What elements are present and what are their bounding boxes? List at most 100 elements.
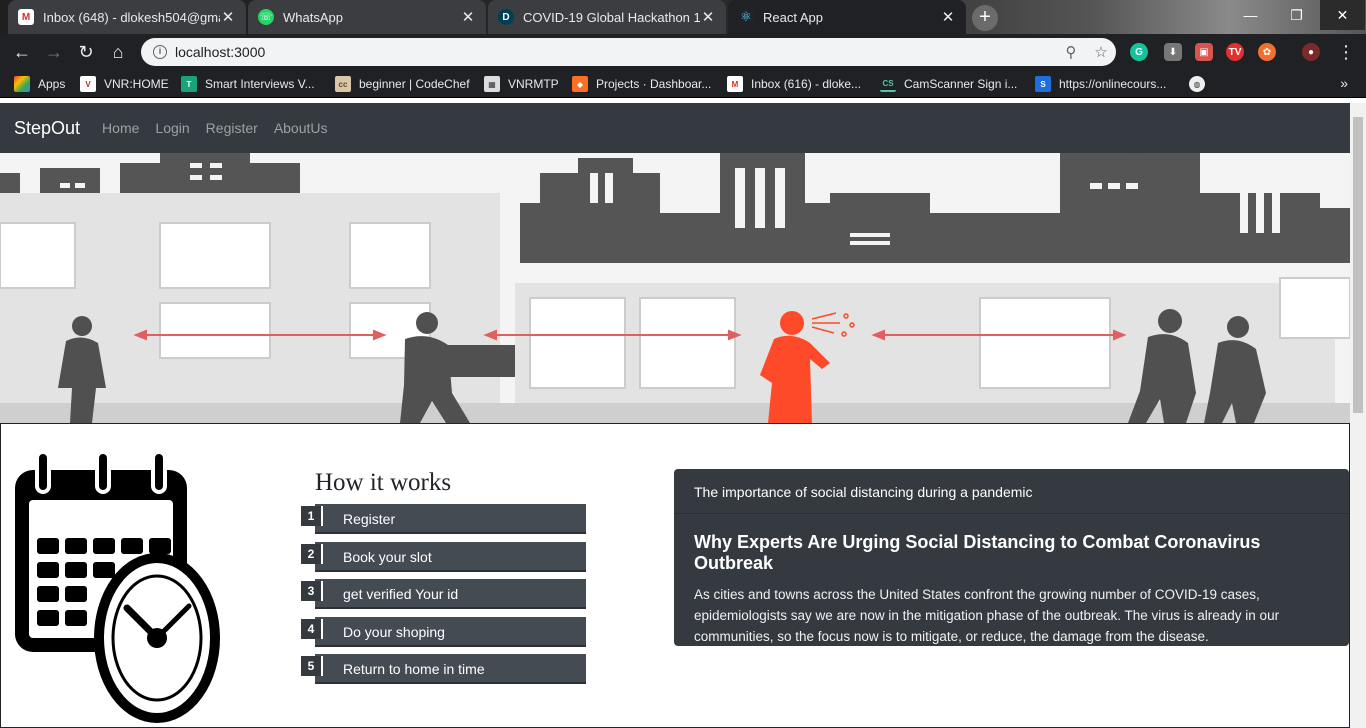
scrollbar-thumb[interactable] xyxy=(1353,117,1363,413)
card-text: As cities and towns across the United St… xyxy=(694,587,1280,644)
bookmark-label: VNR:HOME xyxy=(104,77,169,91)
bookmark-label: Projects · Dashboar... xyxy=(596,77,712,91)
step-item: Book your slot 2 xyxy=(301,541,591,572)
calendar-clock-icon xyxy=(15,450,220,723)
close-icon[interactable]: ✕ xyxy=(700,8,716,26)
camscanner-icon: CS xyxy=(880,76,896,92)
close-icon[interactable]: ✕ xyxy=(940,8,956,26)
step-number: 2 xyxy=(301,543,323,564)
extension-icon[interactable]: ▣ xyxy=(1195,43,1213,61)
tab-label: React App xyxy=(763,9,823,25)
step-number: 1 xyxy=(301,506,323,526)
brand-logo[interactable]: StepOut xyxy=(14,118,80,139)
codechef-icon: cc xyxy=(335,76,351,92)
card-header: The importance of social distancing duri… xyxy=(674,469,1349,514)
page-scrollbar[interactable] xyxy=(1350,103,1366,728)
grammarly-icon[interactable]: G xyxy=(1130,43,1148,61)
more-bookmarks-icon[interactable]: » xyxy=(1340,75,1348,91)
nav-login[interactable]: Login xyxy=(155,120,189,136)
globe-icon: ◍ xyxy=(1189,76,1205,92)
page-viewport: StepOut Home Login Register AboutUs How … xyxy=(0,103,1350,728)
nav-aboutus[interactable]: AboutUs xyxy=(274,120,328,136)
bookmark-camscanner[interactable]: CS CamScanner Sign i... xyxy=(880,75,1017,93)
bookmark-vnr-home[interactable]: V VNR:HOME xyxy=(80,75,169,93)
bookmark-globe[interactable]: ◍ xyxy=(1189,75,1213,93)
bookmark-gitlab[interactable]: ◆ Projects · Dashboar... xyxy=(572,75,711,93)
step-label: Return to home in time xyxy=(315,654,586,684)
gmail-icon: M xyxy=(18,9,34,25)
minimize-button[interactable]: — xyxy=(1228,0,1273,30)
react-icon: ⚛ xyxy=(738,9,754,25)
bookmark-label: VNRMTP xyxy=(508,77,559,91)
step-item: Do your shoping 4 xyxy=(301,616,591,647)
bookmark-label: CamScanner Sign i... xyxy=(904,77,1018,91)
new-tab-button[interactable]: + xyxy=(972,5,998,31)
swayam-icon: S xyxy=(1035,76,1051,92)
nav-home[interactable]: Home xyxy=(102,120,139,136)
tab-label: COVID-19 Global Hackathon 1.0: xyxy=(523,9,700,25)
browser-toolbar: ← → ↻ ⌂ i localhost:3000 ⚲ ☆ G ⬇ ▣ TV ✿ … xyxy=(0,34,1366,70)
zoom-icon[interactable]: ⚲ xyxy=(1056,43,1086,61)
info-card: The importance of social distancing duri… xyxy=(674,469,1349,646)
bookmark-label: beginner | CodeChef xyxy=(359,77,470,91)
step-item: get verified Your id 3 xyxy=(301,579,591,609)
extension-icon[interactable]: ✿ xyxy=(1258,43,1276,61)
close-icon[interactable]: ✕ xyxy=(220,8,236,26)
step-item: Return to home in time 5 xyxy=(301,654,591,684)
tab-hackathon[interactable]: D COVID-19 Global Hackathon 1.0: ✕ xyxy=(488,0,726,34)
tab-whatsapp[interactable]: ☏ WhatsApp ✕ xyxy=(248,0,486,34)
bookmark-onlinecourses[interactable]: S https://onlinecours... xyxy=(1035,75,1166,93)
bookmark-apps[interactable]: Apps xyxy=(14,75,65,93)
step-number: 3 xyxy=(301,581,323,601)
site-info-icon[interactable]: i xyxy=(153,45,167,59)
steps-list: Register 1 Book your slot 2 get verified… xyxy=(301,504,591,692)
tab-react-app[interactable]: ⚛ React App ✕ xyxy=(728,0,966,34)
vnrmtp-icon: ▦ xyxy=(484,76,500,92)
step-number: 4 xyxy=(301,618,323,639)
window-close-button[interactable]: ✕ xyxy=(1320,0,1365,30)
bookmark-codechef[interactable]: cc beginner | CodeChef xyxy=(335,75,470,93)
step-label: Book your slot xyxy=(315,541,586,572)
back-button[interactable]: ← xyxy=(10,40,34,64)
bookmark-label: https://onlinecours... xyxy=(1059,77,1167,91)
devpost-icon: D xyxy=(498,9,514,25)
step-item: Register 1 xyxy=(301,504,591,534)
bookmarks-bar: Apps V VNR:HOME T Smart Interviews V... … xyxy=(0,70,1366,98)
tab-gmail[interactable]: M Inbox (648) - dlokesh504@gmail ✕ xyxy=(8,0,246,34)
bookmark-label: Inbox (616) - dloke... xyxy=(751,77,862,91)
step-number: 5 xyxy=(301,656,323,676)
tab-strip: M Inbox (648) - dlokesh504@gmail ✕ ☏ Wha… xyxy=(0,0,1366,34)
close-icon[interactable]: ✕ xyxy=(460,8,476,26)
nav-register[interactable]: Register xyxy=(206,120,258,136)
menu-icon[interactable]: ⋮ xyxy=(1334,40,1358,64)
bookmark-vnrmtp[interactable]: ▦ VNRMTP xyxy=(484,75,559,93)
reload-button[interactable]: ↻ xyxy=(74,40,98,64)
tab-label: Inbox (648) - dlokesh504@gmail xyxy=(43,9,220,25)
address-bar[interactable]: i localhost:3000 ⚲ ☆ xyxy=(141,38,1116,66)
content-section: How it works Register 1 Book your slot 2… xyxy=(0,423,1350,728)
vnr-icon: V xyxy=(80,76,96,92)
gitlab-icon: ◆ xyxy=(572,76,588,92)
bookmark-star-icon[interactable]: ☆ xyxy=(1086,43,1116,61)
smart-interviews-icon: T xyxy=(181,76,197,92)
bookmark-gmail[interactable]: M Inbox (616) - dloke... xyxy=(727,75,861,93)
extension-off-icon[interactable]: ⬇ xyxy=(1164,43,1182,61)
site-navbar: StepOut Home Login Register AboutUs xyxy=(0,103,1350,153)
tv-extension-icon[interactable]: TV xyxy=(1226,43,1244,61)
url-text: localhost:3000 xyxy=(175,44,266,60)
forward-button[interactable]: → xyxy=(42,40,66,64)
tab-label: WhatsApp xyxy=(283,9,343,25)
bookmark-smart-interviews[interactable]: T Smart Interviews V... xyxy=(181,75,315,93)
hero-banner xyxy=(0,153,1350,423)
step-label: Do your shoping xyxy=(315,616,586,647)
apps-grid-icon xyxy=(14,76,30,92)
step-label: get verified Your id xyxy=(315,579,586,609)
bookmark-label: Smart Interviews V... xyxy=(205,77,315,91)
step-label: Register xyxy=(315,504,586,534)
bookmark-label: Apps xyxy=(38,77,66,91)
restore-button[interactable]: ❐ xyxy=(1274,0,1319,30)
home-button[interactable]: ⌂ xyxy=(106,40,130,64)
profile-avatar[interactable]: ● xyxy=(1302,43,1320,61)
how-it-works-title: How it works xyxy=(315,469,452,496)
gmail-icon: M xyxy=(727,76,743,92)
